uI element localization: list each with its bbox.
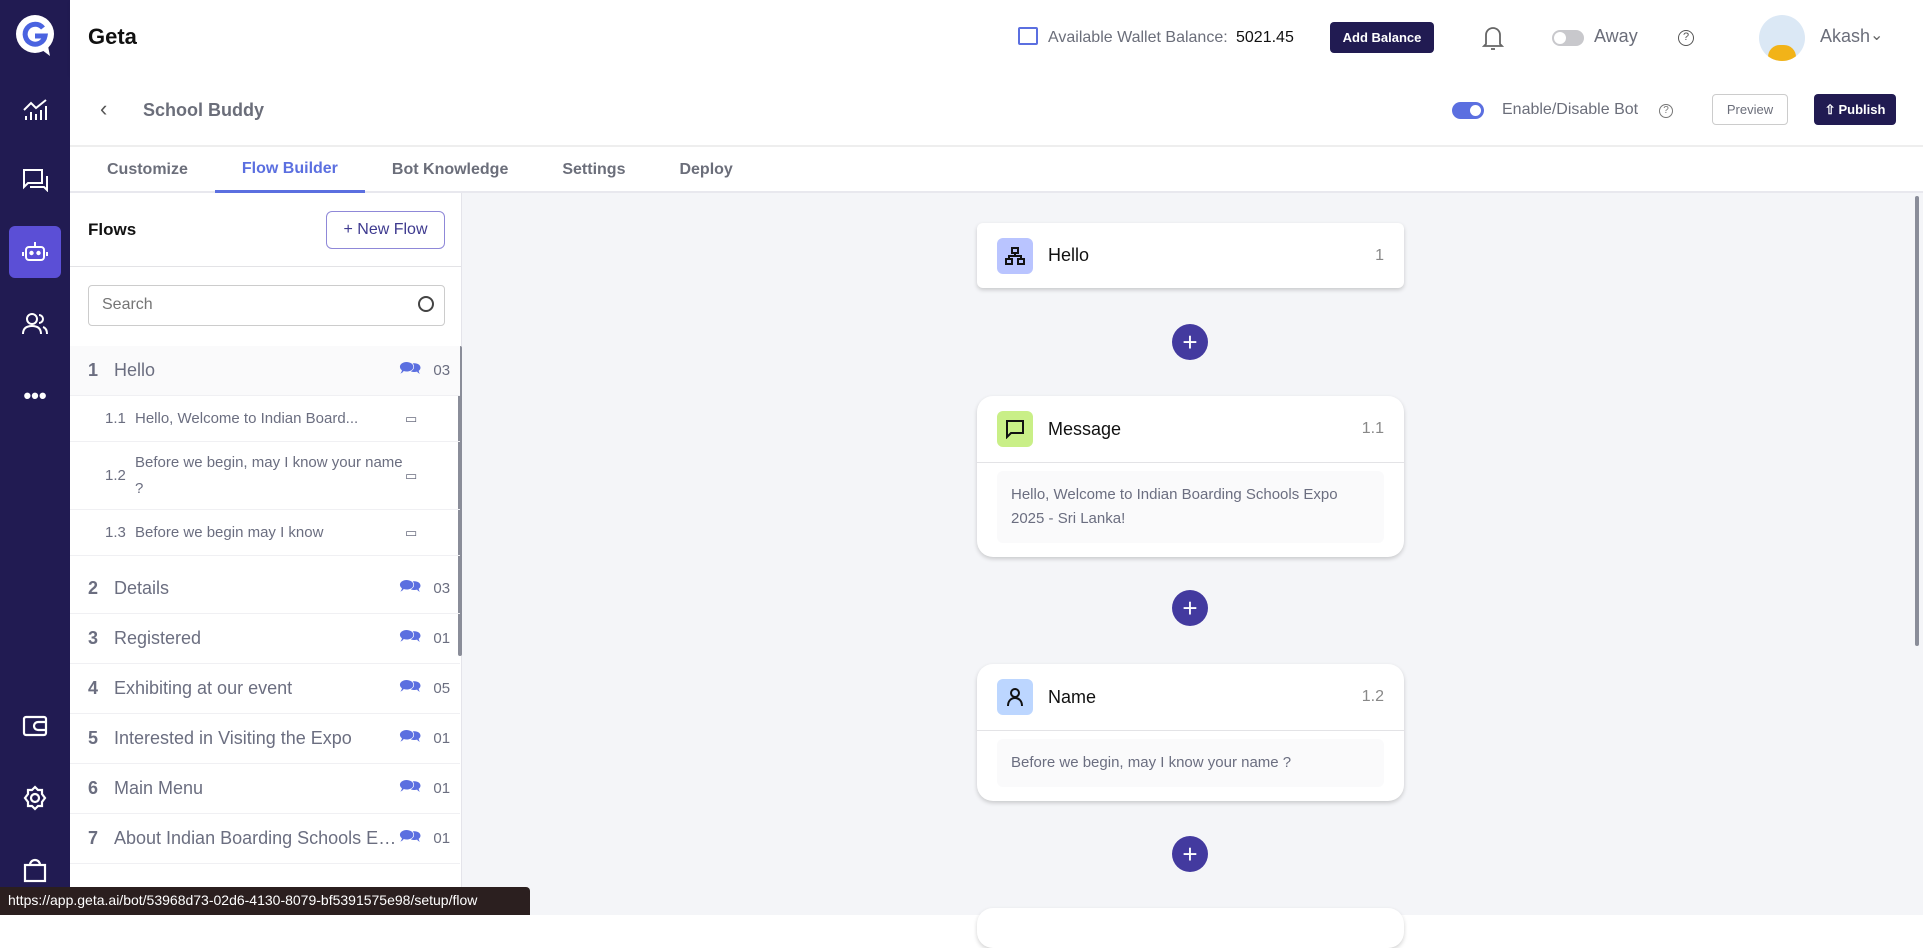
flow-start-card[interactable]: Hello 1 xyxy=(977,223,1404,288)
settings-icon[interactable] xyxy=(9,772,61,824)
message-icon: ▭ xyxy=(405,467,418,483)
tab-settings[interactable]: Settings xyxy=(535,147,652,193)
away-toggle[interactable] xyxy=(1552,30,1584,46)
name-card[interactable]: Name 1.2 Before we begin, may I know your… xyxy=(977,664,1404,801)
next-card[interactable] xyxy=(977,908,1404,948)
chat-icon: 🗪 xyxy=(399,825,422,846)
back-icon[interactable]: ‹ xyxy=(100,96,107,122)
message-text: Hello, Welcome to Indian Boarding School… xyxy=(997,471,1384,543)
flow-subitem[interactable]: 1.1 Hello, Welcome to Indian Board... ▭ xyxy=(70,396,460,442)
flow-item[interactable]: 2 Details 🗪 03 xyxy=(70,564,460,614)
sitemap-icon xyxy=(997,237,1033,274)
analytics-icon[interactable] xyxy=(9,84,61,136)
add-step-button[interactable]: + xyxy=(1172,836,1208,872)
status-bar-url: https://app.geta.ai/bot/53968d73-02d6-41… xyxy=(0,887,530,915)
wallet-label: Available Wallet Balance: xyxy=(1048,29,1228,46)
flows-title: Flows xyxy=(88,220,137,239)
user-name[interactable]: Akash xyxy=(1820,26,1870,47)
enable-bot-toggle[interactable] xyxy=(1452,102,1484,119)
flow-item[interactable]: 5 Interested in Visiting the Expo 🗪 01 xyxy=(70,714,460,764)
publish-label: Publish xyxy=(1838,102,1886,117)
search-icon[interactable] xyxy=(418,296,434,312)
add-step-button[interactable]: + xyxy=(1172,324,1208,360)
wallet-balance: 5021.45 xyxy=(1236,29,1294,46)
flow-subitem[interactable]: 1.3 Before we begin may I know ▭ xyxy=(70,510,460,556)
geta-logo-icon[interactable] xyxy=(9,10,61,62)
tab-bar: Customize Flow Builder Bot Knowledge Set… xyxy=(70,147,1923,193)
left-rail: ••• xyxy=(0,0,70,915)
search-field[interactable] xyxy=(89,286,389,324)
enable-bot-label: Enable/Disable Bot xyxy=(1502,101,1639,118)
bot-subheader: ‹ School Buddy Enable/Disable Bot ? Prev… xyxy=(70,74,1923,147)
chat-icon: 🗪 xyxy=(399,625,422,646)
tab-deploy[interactable]: Deploy xyxy=(652,147,759,193)
bot-icon[interactable] xyxy=(9,226,61,278)
app-name: Geta xyxy=(88,24,137,49)
avatar[interactable] xyxy=(1759,15,1805,61)
search-input[interactable] xyxy=(88,285,445,326)
presence-status: Away xyxy=(1594,26,1638,46)
bot-title: School Buddy xyxy=(143,100,264,120)
chat-icon: 🗪 xyxy=(399,357,422,378)
preview-button[interactable]: Preview xyxy=(1712,94,1788,125)
publish-button[interactable]: ⇧ Publish xyxy=(1814,94,1896,125)
rocket-icon: ⇧ xyxy=(1824,101,1836,117)
tab-flow-builder[interactable]: Flow Builder xyxy=(214,147,365,193)
chevron-down-icon[interactable]: ⌄ xyxy=(1870,25,1883,45)
flow-subitem[interactable]: 1.2 Before we begin, may I know your name… xyxy=(70,442,460,510)
add-balance-button[interactable]: Add Balance xyxy=(1330,22,1434,53)
chat-icon: 🗪 xyxy=(399,775,422,796)
wallet-icon xyxy=(1018,27,1038,45)
message-icon xyxy=(997,411,1033,447)
flow-item-hello[interactable]: 1 Hello 🗪 03 xyxy=(70,346,460,396)
flow-item[interactable]: 4 Exhibiting at our event 🗪 05 xyxy=(70,664,460,714)
bell-icon[interactable] xyxy=(1481,24,1505,57)
message-icon: ▭ xyxy=(405,410,418,426)
wallet-icon[interactable] xyxy=(9,700,61,752)
flow-item[interactable]: 3 Registered 🗪 01 xyxy=(70,614,460,664)
user-icon xyxy=(997,679,1033,715)
message-icon: ▭ xyxy=(405,524,418,540)
flows-panel: Flows + New Flow 1Hello🗪03 1.1Hello, Wel… xyxy=(70,193,462,915)
help-icon[interactable]: ? xyxy=(1659,104,1673,118)
top-header: Geta Available Wallet Balance: 5021.45 A… xyxy=(70,0,1923,74)
chat-icon: 🗪 xyxy=(399,675,422,696)
tab-bot-knowledge[interactable]: Bot Knowledge xyxy=(365,147,535,193)
canvas-scrollbar[interactable] xyxy=(1915,196,1919,646)
new-flow-button[interactable]: + New Flow xyxy=(326,211,445,249)
tab-customize[interactable]: Customize xyxy=(70,147,215,193)
users-icon[interactable] xyxy=(9,298,61,350)
add-step-button[interactable]: + xyxy=(1172,590,1208,626)
flow-item[interactable]: 7 About Indian Boarding Schools Expo 🗪 01 xyxy=(70,814,460,864)
message-card[interactable]: Message 1.1 Hello, Welcome to Indian Boar… xyxy=(977,396,1404,557)
conversations-icon[interactable] xyxy=(9,154,61,206)
chat-icon: 🗪 xyxy=(399,725,422,746)
help-icon[interactable]: ? xyxy=(1678,30,1694,46)
message-text: Before we begin, may I know your name ? xyxy=(997,739,1384,787)
more-icon[interactable]: ••• xyxy=(9,370,61,422)
chat-icon: 🗪 xyxy=(399,575,422,596)
flow-item[interactable]: 6 Main Menu 🗪 01 xyxy=(70,764,460,814)
